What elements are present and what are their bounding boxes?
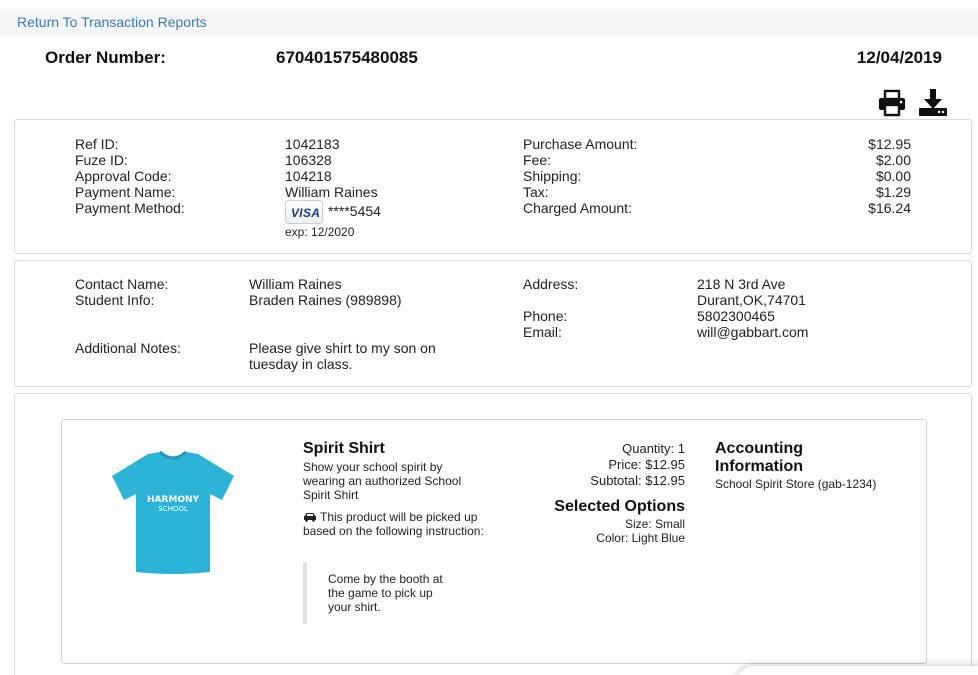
top-bar: Return To Transaction Reports [0,9,978,37]
visa-brand-text: VISA [291,206,321,220]
address-line1: 218 N 3rd Ave [697,276,786,292]
pickup-instruction: Come by the booth at the game to pick up… [303,562,453,624]
option-color: Color: Light Blue [596,531,685,545]
return-to-reports-link[interactable]: Return To Transaction Reports [17,14,207,30]
shipping-value: $0.00 [875,168,911,184]
shirt-print-line1: HARMONY [147,495,200,505]
car-icon [304,513,316,522]
purchase-amount-label: Purchase Amount: [523,136,638,152]
ref-id-value: 1042183 [285,136,340,152]
accounting-info-title: Accounting Information [715,440,803,475]
printer-icon [879,89,905,117]
payment-name-label: Payment Name: [75,184,176,200]
contact-name-value: William Raines [249,276,342,292]
fee-value: $2.00 [875,152,911,168]
pickup-note-text: This product will be picked up based on … [303,510,484,538]
approval-code-value: 104218 [285,168,332,184]
purchase-amount-value: $12.95 [868,136,911,152]
contact-name-label: Contact Name: [75,276,169,292]
fuze-id-label: Fuze ID: [75,152,128,168]
card-masked-number: ****5454 [328,203,381,219]
tax-value: $1.29 [875,184,911,200]
floating-panel-edge [735,666,978,675]
payment-method-label: Payment Method: [75,200,185,216]
payment-name-value: William Raines [285,184,378,200]
subtotal-text: Subtotal: $12.95 [590,473,685,488]
additional-notes-line1: Please give shirt to my son on [249,340,436,356]
student-info-label: Student Info: [75,292,155,308]
charged-amount-value: $16.24 [868,200,911,216]
tax-label: Tax: [523,184,549,200]
order-number-value: 670401575480085 [276,48,418,67]
phone-value: 5802300465 [697,308,775,324]
card-expiry: exp: 12/2020 [285,225,355,239]
email-value: will@gabbart.com [697,324,809,340]
print-button[interactable] [877,88,907,118]
pickup-note: This product will be picked up based on … [303,510,488,538]
payment-details-card: Ref ID: 1042183 Fuze ID: 106328 Approval… [14,119,972,254]
product-description: Show your school spirit by wearing an au… [303,460,462,502]
visa-card-icon: VISA [285,200,323,224]
order-date: 12/04/2019 [856,48,942,67]
additional-notes-label: Additional Notes: [75,340,181,356]
price-text: Price: $12.95 [608,457,685,472]
download-button[interactable] [918,88,948,118]
shirt-print-line2: SCHOOL [158,505,188,513]
quantity-text: Quantity: 1 [622,441,685,456]
option-size: Size: Small [624,517,685,531]
shipping-label: Shipping: [523,168,582,184]
download-icon [919,89,947,116]
product-title: Spirit Shirt [303,440,385,457]
additional-notes-line2: tuesday in class. [249,356,353,372]
approval-code-label: Approval Code: [75,168,172,184]
charged-amount-label: Charged Amount: [523,200,632,216]
student-info-value: Braden Raines (989898) [249,292,402,308]
product-card: HARMONY SCHOOL Spirit Shirt Show your sc… [14,393,972,675]
product-item-box: HARMONY SCHOOL Spirit Shirt Show your sc… [61,419,927,664]
accounting-info-value: School Spirit Store (gab-1234) [715,477,877,491]
address-line2: Durant,OK,74701 [697,292,806,308]
contact-details-card: Contact Name: William Raines Student Inf… [14,260,972,387]
order-number-label: Order Number: [45,48,166,67]
address-label: Address: [523,276,579,292]
email-label: Email: [523,324,562,340]
fee-label: Fee: [523,152,552,168]
selected-options-title: Selected Options [554,498,685,515]
phone-label: Phone: [523,308,568,324]
ref-id-label: Ref ID: [75,136,119,152]
tshirt-image: HARMONY SCHOOL [112,450,234,574]
fuze-id-value: 106328 [285,152,332,168]
